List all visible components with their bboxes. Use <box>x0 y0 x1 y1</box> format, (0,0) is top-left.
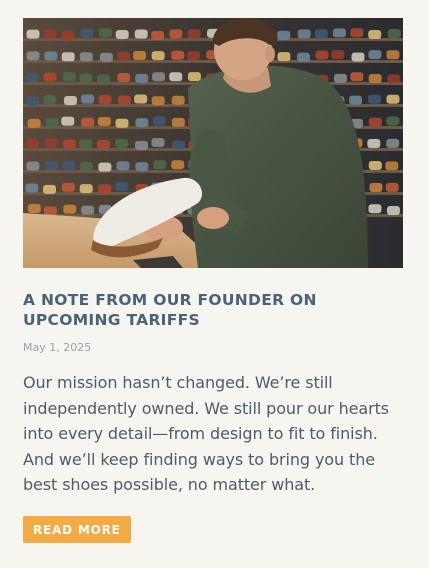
post-excerpt: Our mission hasn’t changed. We’re still … <box>23 373 389 494</box>
shoe-store-photo-icon <box>23 18 403 268</box>
read-more-button[interactable]: READ MORE <box>23 515 131 543</box>
post-title[interactable]: A NOTE FROM OUR FOUNDER ON UPCOMING TARI… <box>23 290 393 330</box>
blog-post-card: A NOTE FROM OUR FOUNDER ON UPCOMING TARI… <box>23 18 403 543</box>
post-hero-image[interactable] <box>23 18 403 268</box>
post-date: May 1, 2025 <box>23 341 92 354</box>
